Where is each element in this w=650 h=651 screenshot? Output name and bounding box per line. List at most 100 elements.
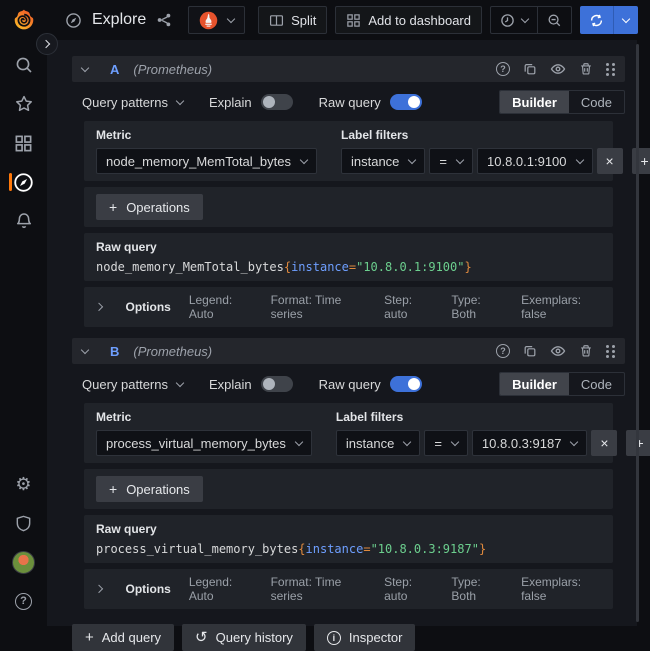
filter-value-select[interactable]: 10.8.0.3:9187 [472, 430, 588, 456]
zoom-out-button[interactable] [537, 7, 571, 33]
explain-label: Explain [209, 377, 252, 392]
hide-query-button[interactable] [550, 61, 566, 77]
raw-query-label: Raw query [319, 377, 381, 392]
remove-filter-button[interactable]: × [591, 430, 617, 456]
query-history-button[interactable]: ↺ Query history [182, 624, 306, 651]
options-title: Options [126, 300, 171, 314]
metric-select[interactable]: node_memory_MemTotal_bytes [96, 148, 317, 174]
scrollbar[interactable] [636, 44, 639, 622]
sidebar-item-profile[interactable] [0, 551, 47, 573]
code-brace-close: } [479, 542, 486, 556]
editor-mode-switch: Builder Code [499, 90, 625, 114]
filter-label-select[interactable]: instance [341, 148, 425, 174]
raw-query-toggle-group: Raw query [319, 94, 422, 110]
drag-handle-icon[interactable] [606, 345, 615, 358]
sidebar-item-explore[interactable] [0, 171, 47, 193]
raw-query-toggle[interactable] [390, 376, 422, 392]
clock-icon [500, 13, 515, 28]
query-ref-id: B [110, 344, 119, 359]
remove-query-button[interactable] [579, 62, 593, 76]
filter-value-select[interactable]: 10.8.0.1:9100 [477, 148, 593, 174]
star-icon [14, 94, 34, 114]
code-operator: = [363, 542, 370, 556]
raw-query-section: Raw query process_virtual_memory_bytes{i… [84, 515, 613, 563]
explain-toggle[interactable] [261, 376, 293, 392]
raw-query-toggle[interactable] [390, 94, 422, 110]
metric-label: Metric [96, 410, 312, 424]
inspector-label: Inspector [349, 630, 402, 645]
sidebar-item-server-admin[interactable] [0, 512, 47, 534]
options-collapsed-row[interactable]: Options Legend: Auto Format: Time series… [84, 287, 613, 327]
chevron-down-icon [300, 155, 308, 163]
code-mode-button[interactable]: Code [569, 373, 624, 395]
datasource-picker[interactable] [188, 6, 245, 34]
share-icon[interactable] [156, 12, 172, 28]
query-help-button[interactable]: ? [496, 344, 510, 358]
explain-toggle[interactable] [261, 94, 293, 110]
metric-select[interactable]: process_virtual_memory_bytes [96, 430, 312, 456]
add-operation-button[interactable]: + Operations [96, 194, 203, 220]
query-row-header[interactable]: B (Prometheus) ? [72, 338, 625, 364]
builder-mode-button[interactable]: Builder [500, 91, 569, 113]
inspector-button[interactable]: i Inspector [314, 624, 415, 651]
query-row-header[interactable]: A (Prometheus) ? [72, 56, 625, 82]
sidebar-item-search[interactable] [0, 54, 47, 76]
filter-operator-select[interactable]: = [424, 430, 468, 456]
refresh-interval-button[interactable] [613, 6, 638, 34]
options-collapsed-row[interactable]: Options Legend: Auto Format: Time series… [84, 569, 613, 609]
chevron-right-icon [95, 585, 103, 593]
sidebar-item-configuration[interactable]: ⚙ [0, 473, 47, 495]
add-filter-button[interactable]: + [632, 148, 650, 174]
filter-label-value: instance [351, 154, 399, 169]
avatar [12, 551, 35, 574]
add-to-dashboard-button[interactable]: Add to dashboard [335, 6, 482, 34]
time-picker-button[interactable] [491, 7, 537, 33]
trash-icon [579, 344, 593, 358]
remove-filter-button[interactable]: × [597, 148, 623, 174]
grafana-logo-icon[interactable] [12, 8, 36, 32]
split-label: Split [291, 13, 316, 28]
query-ref-id: A [110, 62, 119, 77]
run-query-button[interactable] [580, 6, 613, 34]
history-icon: ↺ [195, 630, 208, 645]
query-help-button[interactable]: ? [496, 62, 510, 76]
add-query-button[interactable]: + Add query [72, 624, 174, 651]
split-button[interactable]: Split [258, 6, 327, 34]
sidebar-item-help[interactable]: ? [0, 590, 47, 612]
query-patterns-dropdown[interactable]: Query patterns [82, 95, 183, 110]
metric-field: Metric node_memory_MemTotal_bytes [96, 128, 317, 174]
code-string: "10.8.0.1:9100" [356, 260, 464, 274]
code-mode-button[interactable]: Code [569, 91, 624, 113]
label-filters-label: Label filters [336, 410, 650, 424]
dashboard-grid-icon [346, 13, 361, 28]
raw-query-title: Raw query [96, 522, 601, 536]
sidebar-item-dashboards[interactable] [0, 132, 47, 154]
metric-filters-section: Metric node_memory_MemTotal_bytes Label … [84, 121, 613, 181]
filter-label-select[interactable]: instance [336, 430, 420, 456]
filter-operator-value: = [439, 154, 447, 169]
copy-icon [523, 62, 537, 76]
raw-query-label: Raw query [319, 95, 381, 110]
options-type: Type: Both [451, 575, 503, 603]
footer-actions: + Add query ↺ Query history i Inspector [72, 624, 625, 651]
duplicate-query-button[interactable] [523, 344, 537, 358]
query-datasource-name: (Prometheus) [133, 62, 212, 77]
duplicate-query-button[interactable] [523, 62, 537, 76]
query-patterns-dropdown[interactable]: Query patterns [82, 377, 183, 392]
filter-operator-select[interactable]: = [429, 148, 473, 174]
options-format: Format: Time series [271, 575, 367, 603]
sidebar-expand-button[interactable] [36, 33, 58, 55]
chevron-down-icon [622, 14, 630, 22]
sidebar: ⚙ ? [0, 40, 47, 626]
apps-grid-icon [14, 134, 33, 153]
chevron-down-icon [295, 437, 303, 445]
options-format: Format: Time series [271, 293, 367, 321]
remove-query-button[interactable] [579, 344, 593, 358]
sidebar-item-starred[interactable] [0, 93, 47, 115]
builder-mode-button[interactable]: Builder [500, 373, 569, 395]
sidebar-item-alerting[interactable] [0, 210, 47, 232]
filter-operator-value: = [434, 436, 442, 451]
add-operation-button[interactable]: + Operations [96, 476, 203, 502]
hide-query-button[interactable] [550, 343, 566, 359]
drag-handle-icon[interactable] [606, 63, 615, 76]
